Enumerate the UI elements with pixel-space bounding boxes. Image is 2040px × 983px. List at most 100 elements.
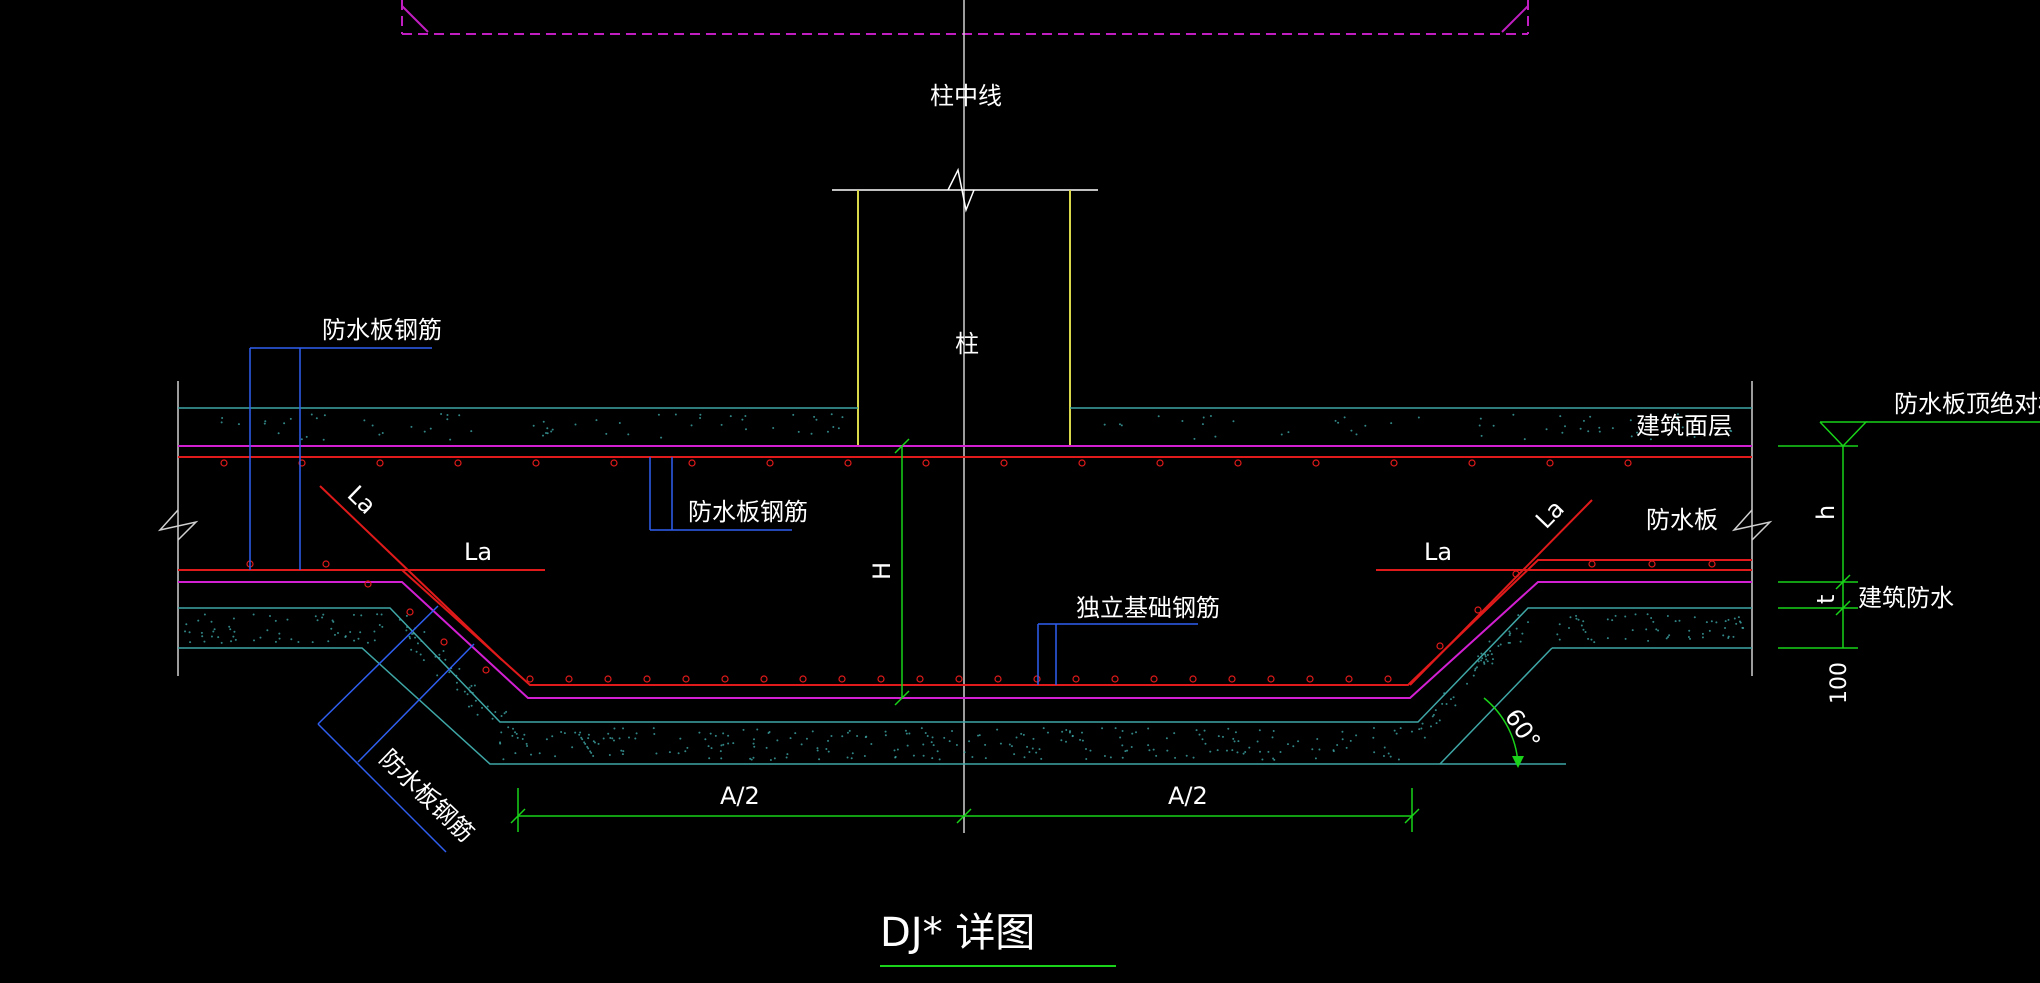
hatch-dot [1559,415,1562,418]
hatch-dot [360,614,363,617]
angle-arrow [1512,756,1524,768]
hatch-dot [514,731,517,734]
hatch-dot [446,413,449,416]
hatch-dot [185,623,188,626]
hatch-dot [1441,702,1444,705]
hatch-dot [1065,740,1068,743]
rebar-section-dot [532,459,540,467]
hatch-dot [1209,750,1212,753]
hatch-dot [786,753,789,756]
hatch-dot [1397,758,1400,761]
rebar-section-dot [1189,675,1197,683]
hatch-dot [1473,669,1476,672]
hatch-dot [230,640,233,643]
hatch-dot [458,667,461,670]
hatch-dot [470,704,473,707]
hatch-dot [344,635,347,638]
cad-canvas[interactable]: 柱中线 柱 La La La La 防水板钢筋 防水板钢筋 独立基础钢筋 防水板… [0,0,2040,979]
hatch-dot [333,633,336,636]
hatch-dot [1147,727,1150,730]
hatch-dot [1341,738,1344,741]
rebar-section-dot [1390,459,1398,467]
hatch-dot [419,653,422,656]
hatch-dot [1279,751,1282,754]
hatch-dot [1364,424,1367,427]
hatch-dot [1028,751,1031,754]
hatch-dot [471,691,474,694]
hatch-dot [213,628,216,631]
hatch-dot [286,618,289,621]
hatch-dot [1217,735,1220,738]
drawing-title: DJ* 详图 [880,910,1035,956]
hatch-dot [1512,413,1515,416]
rebar-section-dot [799,675,807,683]
hatch-dot [1629,419,1632,422]
dim-A-half [510,788,1420,832]
hatch-dot [1577,618,1580,621]
hatch-dot [674,413,677,416]
hatch-dot [578,733,581,736]
cushion-bottom-line [178,647,1566,765]
hatch-dot [1198,733,1201,736]
hatch-dot [1152,748,1155,751]
hatch-dot [470,684,473,687]
hatch-dot [1582,620,1585,623]
hatch-dot [579,731,582,734]
hatch-dot [1491,662,1494,665]
hatch-dot [1606,618,1609,621]
hatch-dot [660,436,663,439]
hatch-dot [1737,616,1740,619]
hatch-dot [856,734,859,737]
hatch-dot [1478,424,1481,427]
hatch-dot [800,743,803,746]
rebar-section-dot [1708,560,1716,568]
rebar-section-dot [1156,459,1164,467]
hatch-dot [1634,613,1637,616]
rebar-section-dot [1072,675,1080,683]
hatch-dot [884,734,887,737]
break-lines [157,381,1773,676]
hatch-dot [1131,732,1134,735]
hatch-dot [1652,620,1655,623]
hatch-dot [951,729,954,732]
hatch-dot [922,754,925,757]
hatch-dot [1708,629,1711,632]
hatch-dot [503,712,506,715]
hatch-dot [870,743,873,746]
hatch-dot [1742,627,1745,630]
hatch-dot [1038,748,1041,751]
hatch-dot [1234,731,1237,734]
hatch-dot [1390,422,1393,425]
hatch-dot [1121,730,1124,733]
hatch-dot [811,730,814,733]
hatch-dot [512,727,515,730]
rebar-section-dot [1267,675,1275,683]
hatch-dot [850,757,853,760]
hatch-dot [268,615,271,618]
hatch-dot [252,613,255,616]
hatch-dot [1155,754,1158,757]
hatch-dot [1486,660,1489,663]
hatch-dot [1040,757,1043,760]
hatch-dot [1103,423,1106,426]
hatch-dot [653,732,656,735]
hatch-dot [525,742,528,745]
hatch-dot [1545,428,1548,431]
rebar-section-dot [916,675,924,683]
hatch-dot [846,731,849,734]
hatch-dot [551,735,554,738]
hatch-dot [1013,753,1016,756]
la-right-slope-line [1409,499,1593,686]
hatch-dot [1271,736,1274,739]
hatch-dot [545,738,548,741]
hatch-dot [1579,427,1582,430]
hatch-dot [1147,744,1150,747]
hatch-dot [491,717,494,720]
hatch-dot [422,659,425,662]
hatch-dot [1035,751,1038,754]
hatch-dot [744,415,747,418]
hatch-dot [893,749,896,752]
bottom-magenta-line [178,581,1752,699]
hatch-dot [283,422,286,425]
hatch-dot [523,733,526,736]
